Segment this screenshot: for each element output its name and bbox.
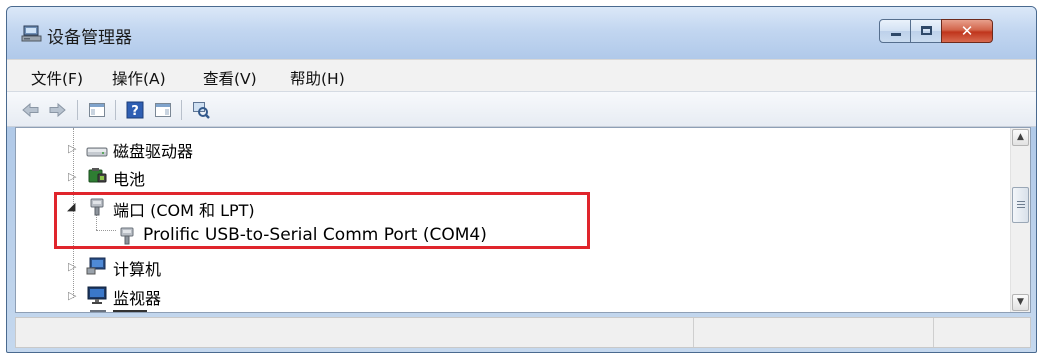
window-title: 设备管理器 bbox=[47, 28, 132, 48]
help-icon[interactable]: ? bbox=[125, 100, 145, 120]
scroll-down-icon: ▼ bbox=[1017, 297, 1024, 307]
scroll-up-icon: ▲ bbox=[1017, 132, 1024, 142]
status-bar bbox=[15, 317, 1031, 348]
vertical-scrollbar[interactable]: ▲ ▼ bbox=[1010, 128, 1030, 312]
toolbar-separator bbox=[181, 100, 182, 120]
tree-item-monitors[interactable]: ▷ 监视器 bbox=[16, 283, 1006, 308]
maximize-icon bbox=[921, 26, 932, 35]
grip-line bbox=[1017, 201, 1025, 202]
tree-item-label: 磁盘驱动器 bbox=[113, 142, 194, 161]
status-cell bbox=[693, 318, 933, 347]
device-manager-window: 设备管理器 ✕ 文件(F) 操作(A) 查看(V) 帮助(H) ? ▷ 磁盘驱动… bbox=[6, 6, 1037, 353]
partial-label bbox=[113, 310, 147, 312]
computer-icon bbox=[86, 257, 106, 275]
status-cell bbox=[933, 318, 1030, 347]
grip-line bbox=[1017, 204, 1025, 205]
expand-arrow-icon[interactable]: ▷ bbox=[68, 261, 78, 273]
title-bar[interactable]: 设备管理器 ✕ bbox=[7, 7, 1036, 59]
menu-help[interactable]: 帮助(H) bbox=[290, 67, 345, 89]
scan-hardware-changes-icon[interactable] bbox=[191, 100, 211, 120]
tree-item-computer[interactable]: ▷ 计算机 bbox=[16, 254, 1006, 279]
minimize-icon bbox=[891, 33, 901, 36]
scroll-up-button[interactable]: ▲ bbox=[1012, 129, 1029, 146]
disk-drive-icon bbox=[86, 147, 108, 157]
highlight-box bbox=[54, 192, 590, 249]
tree-item-disk-drives[interactable]: ▷ 磁盘驱动器 bbox=[16, 136, 1006, 161]
minimize-button[interactable] bbox=[879, 19, 911, 43]
scroll-thumb[interactable] bbox=[1012, 187, 1029, 223]
toolbar: ? bbox=[7, 91, 1036, 127]
forward-arrow-icon[interactable] bbox=[47, 100, 67, 120]
scroll-down-button[interactable]: ▼ bbox=[1012, 294, 1029, 311]
partial-icon bbox=[90, 310, 106, 312]
tree-item-partial bbox=[16, 310, 1006, 312]
svg-text:?: ? bbox=[131, 104, 139, 119]
menu-bar: 文件(F) 操作(A) 查看(V) 帮助(H) bbox=[7, 59, 1036, 91]
tree-item-label: 电池 bbox=[113, 170, 146, 189]
maximize-button[interactable] bbox=[910, 19, 942, 43]
menu-action[interactable]: 操作(A) bbox=[112, 67, 166, 89]
tree-item-battery[interactable]: ▷ 电池 bbox=[16, 164, 1006, 189]
battery-icon bbox=[88, 168, 107, 183]
grip-line bbox=[1017, 207, 1025, 208]
show-hide-console-tree-icon[interactable] bbox=[87, 100, 107, 120]
close-button[interactable]: ✕ bbox=[941, 19, 993, 43]
back-arrow-icon[interactable] bbox=[21, 100, 41, 120]
toolbar-separator bbox=[115, 100, 116, 120]
device-tree: ▷ 磁盘驱动器 ▷ 电池 ◢ 端口 (COM 和 LPT) Prolific U… bbox=[15, 127, 1031, 313]
menu-view[interactable]: 查看(V) bbox=[203, 67, 257, 89]
monitor-icon bbox=[87, 286, 107, 304]
expand-arrow-icon[interactable]: ▷ bbox=[68, 143, 78, 155]
tree-item-label: 监视器 bbox=[113, 289, 162, 308]
tree-item-label: 计算机 bbox=[113, 260, 162, 279]
toolbar-separator bbox=[77, 100, 78, 120]
expand-arrow-icon[interactable]: ▷ bbox=[68, 171, 78, 183]
show-action-pane-icon[interactable] bbox=[153, 100, 173, 120]
expand-arrow-icon[interactable]: ▷ bbox=[68, 290, 78, 302]
menu-file[interactable]: 文件(F) bbox=[31, 67, 83, 89]
close-icon: ✕ bbox=[960, 22, 974, 40]
computer-management-icon bbox=[21, 25, 42, 42]
